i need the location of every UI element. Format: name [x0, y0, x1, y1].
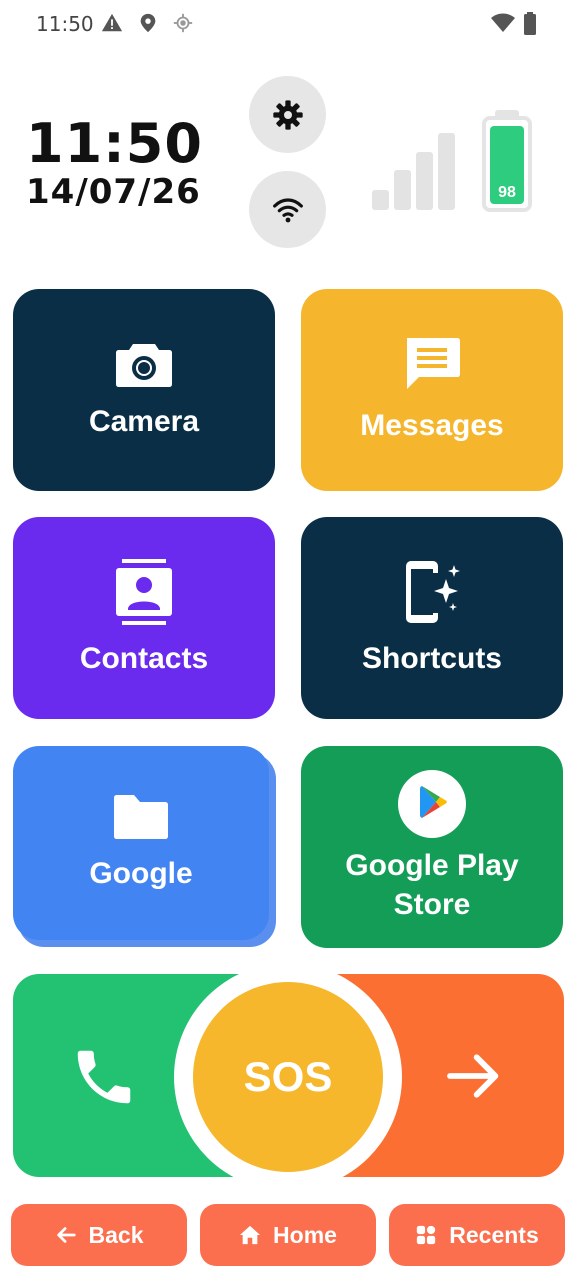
folder-icon	[114, 794, 168, 839]
battery-indicator: 98	[482, 116, 532, 212]
signal-bar	[372, 190, 389, 210]
battery-percent: 98	[498, 184, 516, 201]
google-play-store-tile[interactable]: Google Play Store	[301, 746, 563, 948]
date: 14/07/26	[26, 172, 201, 212]
signal-bar	[416, 152, 433, 210]
contacts-label: Contacts	[79, 641, 209, 675]
status-bar: 11:50	[0, 0, 576, 50]
status-time: 11:50	[36, 12, 94, 36]
clock: 11:50	[26, 112, 203, 175]
shortcuts-label: Shortcuts	[361, 641, 502, 675]
signal-bar	[394, 170, 411, 210]
arrow-right-icon	[447, 1054, 499, 1098]
gps-icon	[173, 13, 193, 33]
recents-button[interactable]: Recents	[389, 1204, 565, 1266]
battery-icon	[524, 12, 536, 35]
shortcuts-tile[interactable]: Shortcuts	[301, 517, 563, 719]
phone-icon	[77, 1050, 131, 1104]
back-label: Back	[88, 1221, 144, 1248]
contacts-icon	[116, 558, 172, 625]
wifi-button[interactable]	[249, 171, 326, 248]
home-icon	[239, 1224, 261, 1246]
play-store-icon	[398, 770, 466, 838]
recents-grid-icon	[415, 1224, 437, 1246]
messages-label: Messages	[360, 408, 504, 442]
warning-icon	[101, 13, 123, 32]
google-play-store-label: Google Play Store	[345, 849, 519, 921]
message-icon	[407, 337, 460, 389]
google-tile[interactable]: Google	[13, 746, 269, 940]
settings-button[interactable]	[249, 76, 326, 153]
sos-button[interactable]: SOS	[193, 982, 383, 1172]
home-label: Home	[273, 1221, 337, 1248]
sos-label: SOS	[243, 1053, 333, 1100]
wifi-icon	[491, 13, 515, 32]
google-label: Google	[89, 856, 193, 890]
camera-tile[interactable]: Camera	[13, 289, 275, 491]
contacts-tile[interactable]: Contacts	[13, 517, 275, 719]
recents-label: Recents	[449, 1221, 539, 1248]
back-button[interactable]: Back	[11, 1204, 187, 1266]
shortcuts-icon	[406, 560, 460, 623]
gear-icon	[272, 99, 303, 130]
home-button[interactable]: Home	[200, 1204, 376, 1266]
camera-label: Camera	[88, 404, 200, 438]
back-arrow-icon	[55, 1224, 77, 1246]
location-pin-icon	[140, 13, 156, 33]
messages-tile[interactable]: Messages	[301, 289, 563, 491]
camera-icon	[116, 343, 172, 387]
wifi-icon	[272, 197, 303, 222]
signal-bar	[438, 133, 455, 210]
